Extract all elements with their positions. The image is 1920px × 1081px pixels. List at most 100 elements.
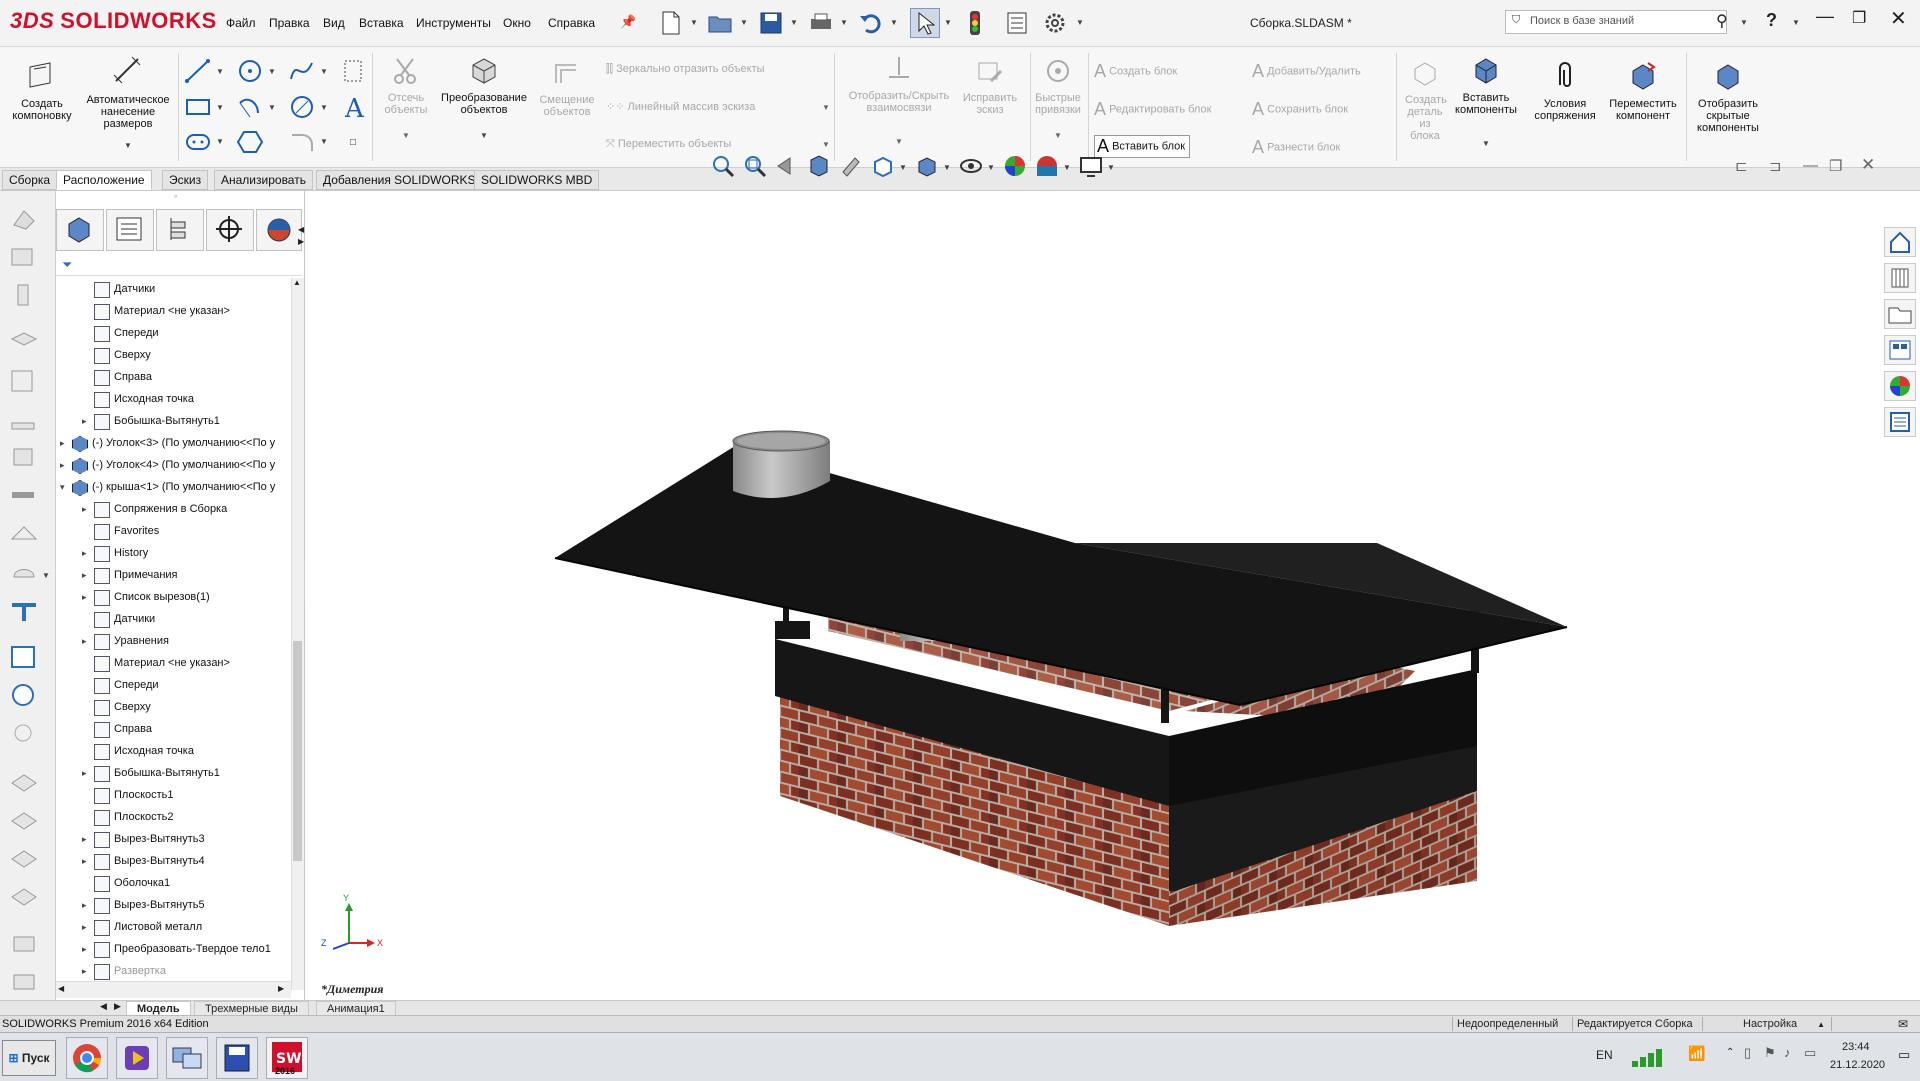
expand-arrow-icon[interactable]: ▸ <box>60 432 65 454</box>
chevron-down-icon[interactable]: ▼ <box>320 137 328 146</box>
notifications-icon[interactable]: ▭ <box>1898 1047 1910 1063</box>
tree-item[interactable]: ▸ Бобышка-Вытянуть1 <box>56 410 291 432</box>
chevron-down-icon[interactable]: ▼ <box>1032 130 1084 142</box>
tree-item[interactable]: Исходная точка <box>56 388 291 410</box>
chevron-down-icon[interactable]: ▼ <box>376 130 436 142</box>
toolbar-tool-icon[interactable] <box>8 967 40 995</box>
signal-strength-icon[interactable] <box>1628 1045 1672 1069</box>
dynamic-annotation-icon[interactable] <box>839 154 863 178</box>
chevron-down-icon[interactable]: ▼ <box>268 67 276 76</box>
menu-edit[interactable]: Правка <box>269 16 310 30</box>
toolbar-tool-icon[interactable] <box>8 281 40 309</box>
scroll-left-icon[interactable]: ◀ <box>58 984 64 993</box>
chevron-up-icon[interactable]: ▲ <box>1817 1020 1825 1029</box>
tab-layout[interactable]: Расположение <box>56 170 152 190</box>
chevron-down-icon[interactable]: ▼ <box>82 140 174 152</box>
filter-bar[interactable]: ⏷ <box>56 255 302 276</box>
hide-show-items-icon[interactable] <box>959 154 983 178</box>
chevron-down-icon[interactable]: ▼ <box>740 18 748 27</box>
tree-item[interactable]: Спереди <box>56 674 291 696</box>
move-entities-button[interactable]: ⤧ Переместить объекты <box>606 138 731 151</box>
toolbar-tool-icon[interactable] <box>8 843 40 871</box>
chevron-down-icon[interactable]: ▼ <box>690 18 698 27</box>
customize-menu[interactable]: Настройка ▲ <box>1702 1017 1832 1031</box>
battery-icon[interactable]: ▯ <box>1744 1045 1751 1061</box>
viewport-restore-icon[interactable]: ❐ <box>1829 157 1842 175</box>
tree-item[interactable]: Справа <box>56 718 291 740</box>
tree-item[interactable]: Датчики <box>56 608 291 630</box>
language-indicator[interactable]: EN <box>1596 1048 1613 1062</box>
chevron-down-icon[interactable]: ▼ <box>42 571 50 580</box>
toolbar-tool-icon[interactable] <box>8 405 40 433</box>
chevron-down-icon[interactable]: ▼ <box>1076 18 1084 27</box>
print-icon[interactable] <box>806 8 836 38</box>
menu-view[interactable]: Вид <box>323 16 345 30</box>
pane-grip[interactable]: ◦ <box>174 191 177 201</box>
tree-item[interactable]: ▸ Примечания <box>56 564 291 586</box>
show-hidden-components-button[interactable]: Отобразить скрытые компоненты <box>1690 61 1766 134</box>
chevron-down-icon[interactable]: ▼ <box>822 140 830 149</box>
tree-item[interactable]: Исходная точка <box>56 740 291 762</box>
chevron-down-icon[interactable]: ▼ <box>1448 138 1524 150</box>
ellipse-icon[interactable] <box>288 93 316 121</box>
clock-date[interactable]: 21.12.2020 <box>1830 1059 1885 1071</box>
tree-item[interactable]: ▸ Развертка <box>56 960 291 980</box>
scroll-right-icon[interactable]: ▶ <box>278 984 284 993</box>
tree-item[interactable]: Favorites <box>56 520 291 542</box>
view-settings-icon[interactable] <box>1079 154 1103 178</box>
tree-item[interactable]: Справа <box>56 366 291 388</box>
insert-components-button[interactable]: Вставить компоненты ▼ <box>1448 55 1524 150</box>
save-block-button[interactable]: A Сохранить блок <box>1252 99 1348 120</box>
tree-item[interactable]: ▸ Сопряжения в Сборка <box>56 498 291 520</box>
viewport-close-icon[interactable]: ✕ <box>1861 155 1875 175</box>
solidworks-resources-icon[interactable] <box>1884 227 1916 257</box>
toolbar-tool-icon[interactable] <box>8 643 40 671</box>
tab-evaluate[interactable]: Анализировать <box>214 170 313 190</box>
quick-snaps-button[interactable]: Быстрые привязки ▼ <box>1032 57 1084 142</box>
file-explorer-icon[interactable] <box>1884 299 1916 329</box>
chrome-app-icon[interactable] <box>66 1037 108 1079</box>
toolbar-tool-icon[interactable] <box>8 443 40 471</box>
design-library-icon[interactable] <box>1884 263 1916 293</box>
appearances-icon[interactable] <box>1884 371 1916 401</box>
rebuild-icon[interactable] <box>960 8 990 38</box>
tree-item[interactable]: ▸ Список вырезов(1) <box>56 586 291 608</box>
tree-item[interactable]: ▸ Вырез-Вытянуть5 <box>56 894 291 916</box>
expand-arrow-icon[interactable]: ▸ <box>82 630 87 652</box>
expand-arrow-icon[interactable]: ▸ <box>82 586 87 608</box>
graphics-area[interactable]: ▼ ▼ ▼ ▼ ▼ ⊏ ⊐ — ❐ ✕ Y X Z *Диметрия <box>305 155 1880 1001</box>
network-app-icon[interactable] <box>166 1037 208 1079</box>
toolbar-tool-icon[interactable] <box>8 205 40 233</box>
save-app-icon[interactable] <box>216 1037 258 1079</box>
toolbar-tool-icon[interactable] <box>8 367 40 395</box>
search-icon[interactable]: ⚲ <box>1716 11 1728 31</box>
expand-arrow-icon[interactable]: ▸ <box>60 454 65 476</box>
toolbar-tool-icon[interactable] <box>8 681 40 709</box>
expand-arrow-icon[interactable]: ▸ <box>82 762 87 784</box>
minimize-icon[interactable]: — <box>1816 6 1834 27</box>
toolbar-tool-icon[interactable] <box>8 929 40 957</box>
close-icon[interactable]: ✕ <box>1890 6 1907 31</box>
expand-arrow-icon[interactable]: ▸ <box>82 542 87 564</box>
new-document-icon[interactable] <box>656 8 686 38</box>
point-icon[interactable]: □ <box>350 137 356 148</box>
chevron-down-icon[interactable]: ▼ <box>822 103 830 112</box>
create-layout-button[interactable]: Создать компоновку <box>4 61 80 122</box>
chevron-down-icon[interactable]: ▼ <box>320 103 328 112</box>
clock-time[interactable]: 23:44 <box>1842 1041 1870 1053</box>
expand-arrow-icon[interactable]: ▸ <box>82 410 87 432</box>
chevron-down-icon[interactable]: ▼ <box>1792 18 1800 27</box>
expand-arrow-icon[interactable]: ▸ <box>82 828 87 850</box>
add-remove-button[interactable]: A Добавить/Удалить <box>1252 61 1361 82</box>
chevron-down-icon[interactable]: ▼ <box>987 163 995 172</box>
repair-sketch-button[interactable]: Исправить эскиз <box>954 57 1026 116</box>
horizontal-scrollbar[interactable]: ◀ ▶ <box>56 981 291 998</box>
mirror-entities-button[interactable]: ⫿⫿ Зеркально отразить объекты <box>606 63 765 76</box>
solidworks-logo[interactable]: 3DS SOLIDWORKS <box>10 8 217 34</box>
expand-arrow-icon[interactable]: ▸ <box>82 850 87 872</box>
view-palette-icon[interactable] <box>1884 335 1916 365</box>
tree-item[interactable]: ▸ Уравнения <box>56 630 291 652</box>
undo-icon[interactable] <box>856 8 886 38</box>
chevron-down-icon[interactable]: ▼ <box>1063 163 1071 172</box>
model-canvas[interactable] <box>305 191 1880 1001</box>
